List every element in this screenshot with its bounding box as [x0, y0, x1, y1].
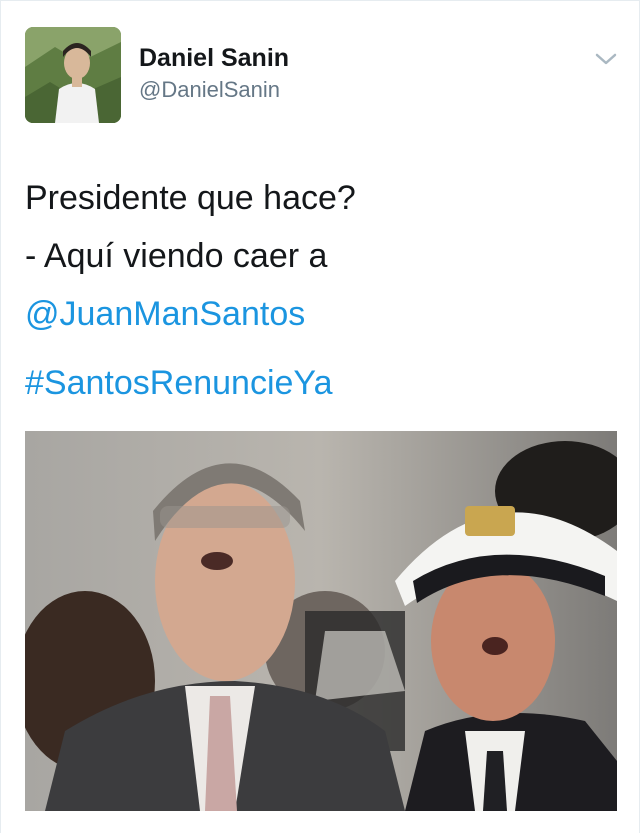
author-names: Daniel Sanin @DanielSanin: [139, 43, 289, 104]
tweet-text: Presidente que hace? - Aquí viendo caer …: [25, 169, 356, 343]
tweet-photo[interactable]: [25, 431, 617, 811]
mention-link[interactable]: @JuanManSantos: [25, 285, 356, 343]
tweet-card[interactable]: Daniel Sanin @DanielSanin Presidente que…: [0, 0, 640, 833]
tweet-text-line-1: Presidente que hace?: [25, 179, 356, 217]
display-name[interactable]: Daniel Sanin: [139, 43, 289, 73]
hashtag-row: #SantosRenuncieYa: [25, 354, 332, 412]
avatar[interactable]: [25, 27, 121, 123]
chevron-down-icon[interactable]: [593, 49, 619, 69]
tweet-text-line-2: - Aquí viendo caer a: [25, 237, 328, 275]
user-handle[interactable]: @DanielSanin: [139, 76, 289, 104]
photo-two-men-looking-up: [25, 431, 617, 811]
avatar-image: [25, 27, 121, 123]
hashtag-link[interactable]: #SantosRenuncieYa: [25, 364, 332, 402]
